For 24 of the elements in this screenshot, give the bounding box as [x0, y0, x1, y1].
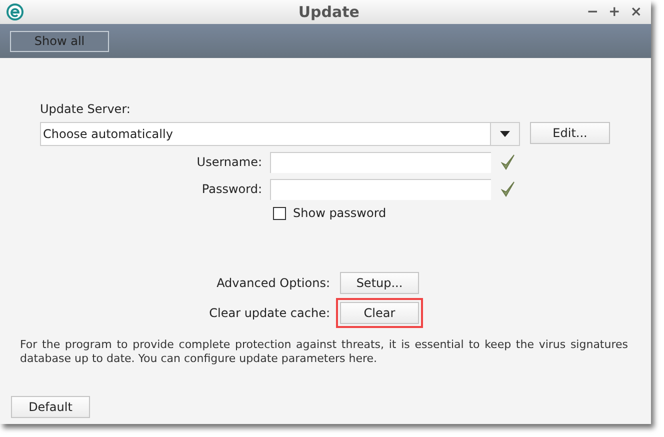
server-dropdown[interactable]: Choose automatically: [40, 122, 520, 146]
checkbox[interactable]: [273, 206, 286, 220]
description-text: For the program to provide complete protection against threats, it is essential to keep the virus signatures database up to date. You can configure update parameters here.: [20, 338, 628, 366]
input-field[interactable]: [270, 152, 491, 172]
field-label: Clear update cache:: [208, 306, 331, 320]
minimize-button[interactable]: −: [584, 4, 602, 20]
window-title: Update: [297, 3, 360, 21]
input-field[interactable]: [270, 178, 491, 200]
checkmark-icon: [501, 181, 515, 197]
clear-button[interactable]: Clear: [340, 302, 419, 324]
field-label: Advanced Options:: [216, 276, 331, 290]
maximize-button[interactable]: +: [606, 4, 624, 20]
field-label: Username:: [196, 155, 263, 169]
checkbox-label: Show password: [293, 206, 386, 220]
default-button[interactable]: Default: [11, 396, 90, 418]
app-logo-icon: [6, 3, 24, 21]
setup-button[interactable]: Setup...: [340, 272, 419, 294]
edit-button[interactable]: Edit...: [530, 122, 610, 144]
field-label: Password:: [200, 182, 263, 196]
checkmark-icon: [501, 154, 515, 170]
field-label: Update Server:: [40, 102, 132, 116]
show-all-button[interactable]: Show all: [10, 30, 109, 52]
caret-icon: [500, 131, 510, 137]
close-button[interactable]: ×: [627, 4, 645, 20]
